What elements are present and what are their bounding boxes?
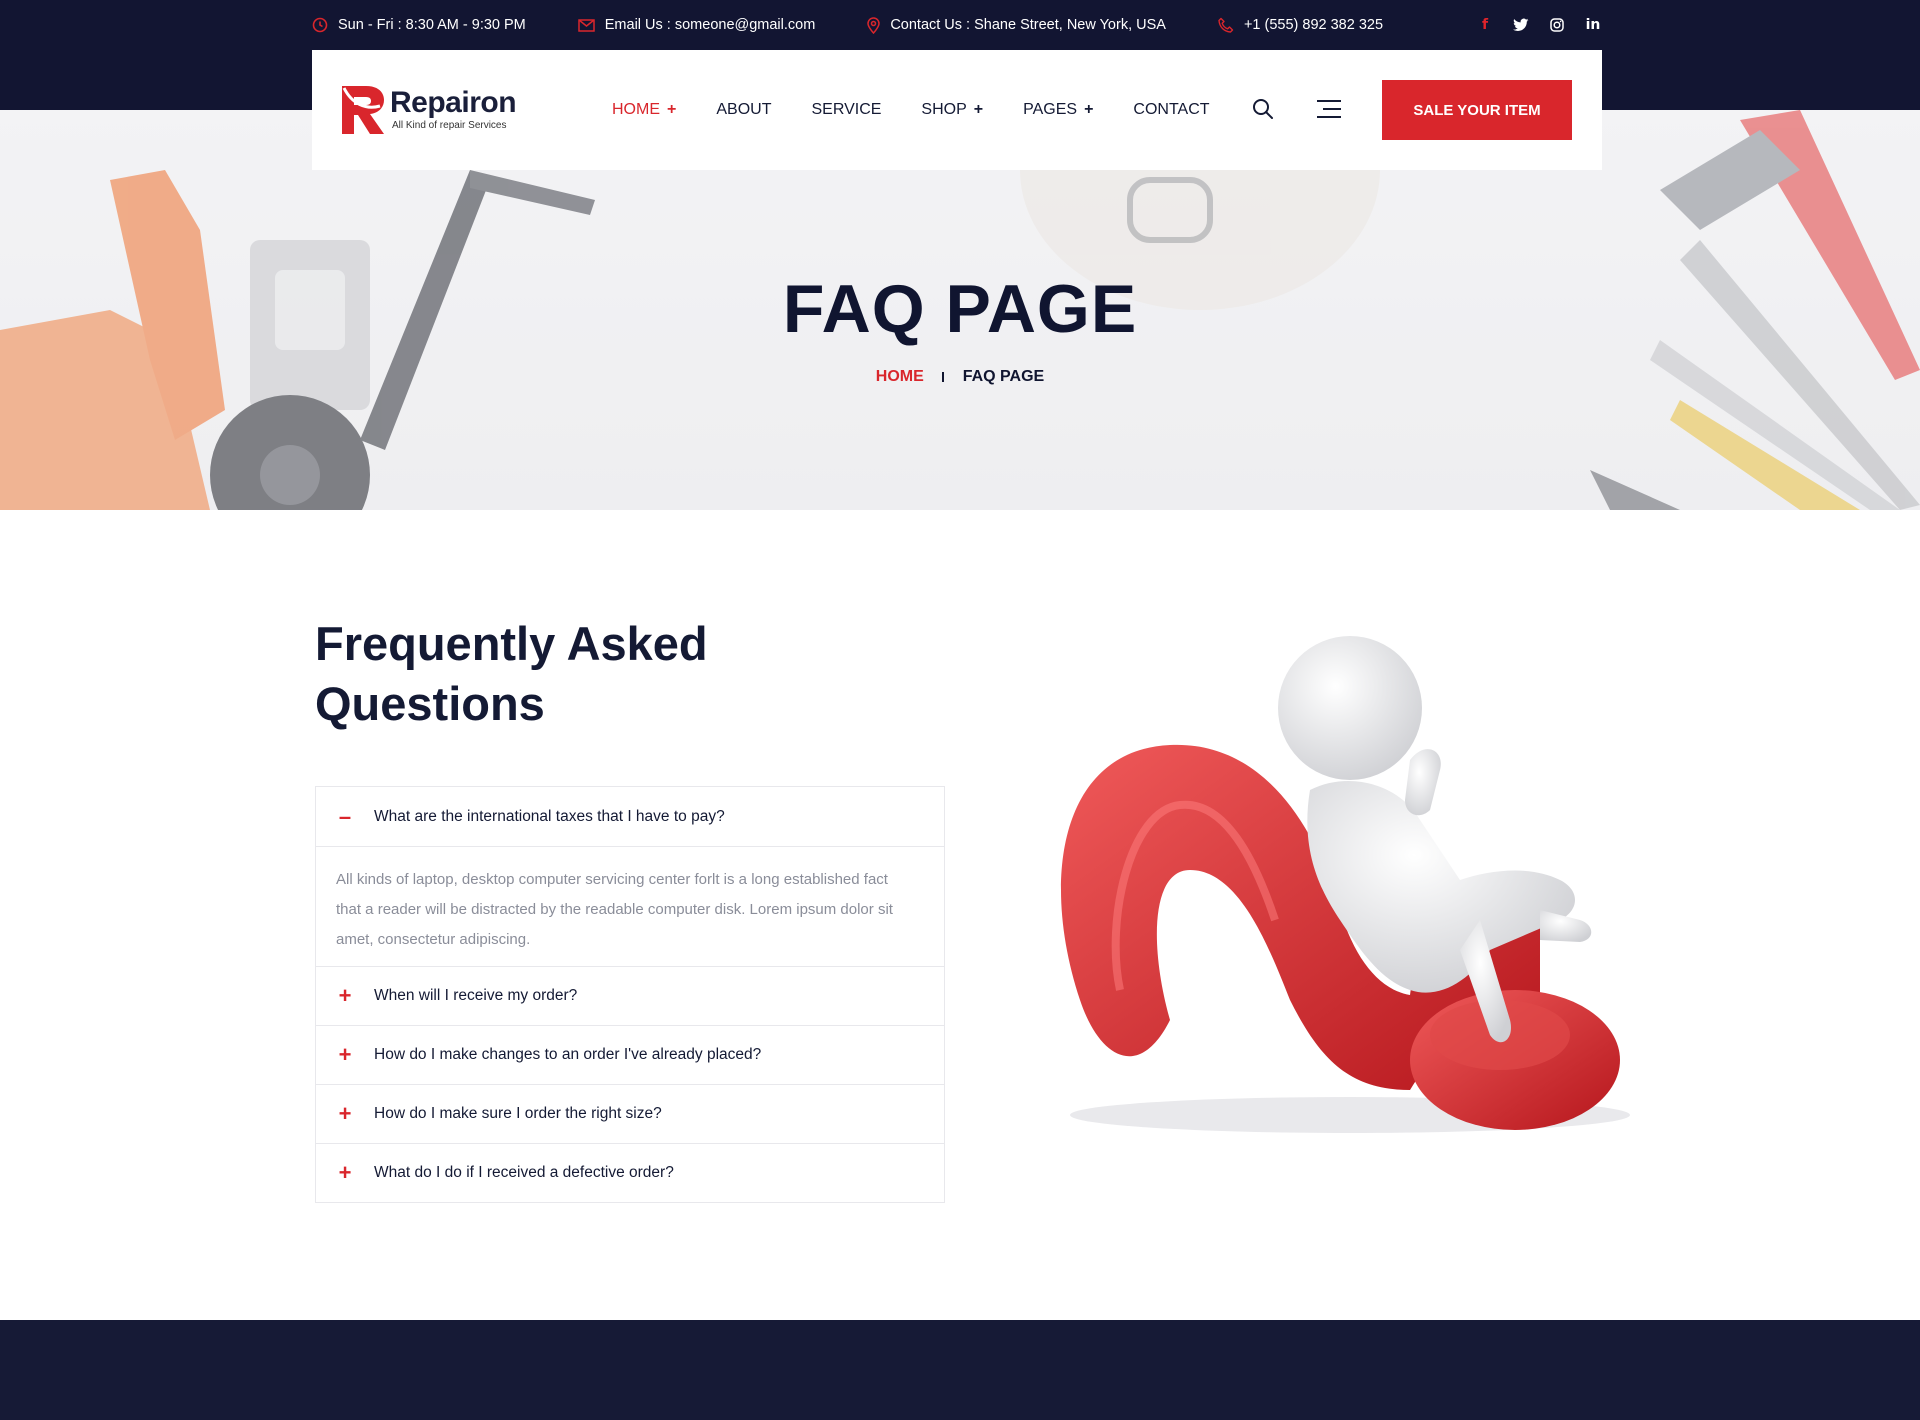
- collapse-minus-icon: –: [338, 803, 352, 829]
- faq-accordion: – What are the international taxes that …: [315, 786, 945, 1203]
- faq-item-header[interactable]: + How do I make changes to an order I've…: [316, 1025, 944, 1084]
- sale-your-item-button[interactable]: SALE YOUR ITEM: [1382, 80, 1572, 140]
- nav-item-contact[interactable]: CONTACT: [1133, 101, 1209, 119]
- address-info: Contact Us : Shane Street, New York, USA: [867, 16, 1166, 34]
- expand-plus-icon: +: [338, 1042, 352, 1067]
- top-bar-content: Sun - Fri : 8:30 AM - 9:30 PM Email Us :…: [312, 0, 1602, 50]
- address-text: Contact Us : Shane Street, New York, USA: [890, 17, 1166, 33]
- main-header: Repairon All Kind of repair Services HOM…: [312, 50, 1602, 170]
- page-hero: FAQ PAGE HOME FAQ PAGE: [0, 110, 1920, 510]
- faq-question: When will I receive my order?: [374, 987, 578, 1004]
- faq-question: How do I make changes to an order I've a…: [374, 1046, 762, 1063]
- social-links: f in: [1476, 16, 1602, 34]
- hamburger-menu-icon[interactable]: [1316, 100, 1342, 118]
- faq-heading-line2: Questions: [315, 677, 545, 730]
- phone-text: +1 (555) 892 382 325: [1243, 17, 1384, 33]
- site-logo[interactable]: Repairon All Kind of repair Services: [340, 82, 540, 140]
- nav-label: CONTACT: [1133, 101, 1210, 118]
- nav-item-shop[interactable]: SHOP +: [921, 101, 983, 119]
- submenu-plus-icon: +: [973, 101, 984, 118]
- faq-item-header[interactable]: – What are the international taxes that …: [316, 787, 944, 846]
- mail-icon: [578, 18, 595, 32]
- faq-answer: All kinds of laptop, desktop computer se…: [316, 846, 944, 966]
- breadcrumb-separator: [942, 371, 945, 382]
- nav-label: HOME: [612, 101, 660, 118]
- nav-label: ABOUT: [716, 101, 772, 118]
- expand-plus-icon: +: [338, 1101, 352, 1126]
- nav-item-home[interactable]: HOME +: [612, 101, 676, 119]
- search-icon[interactable]: [1252, 98, 1274, 120]
- brand-tagline: All Kind of repair Services: [392, 120, 507, 131]
- breadcrumb: HOME FAQ PAGE: [0, 368, 1920, 386]
- faq-question: How do I make sure I order the right siz…: [374, 1105, 662, 1122]
- question-mark-figure-illustration: [1060, 636, 1630, 1133]
- nav-label: PAGES: [1023, 101, 1078, 118]
- hours-info: Sun - Fri : 8:30 AM - 9:30 PM: [312, 17, 526, 33]
- facebook-icon[interactable]: f: [1476, 16, 1494, 34]
- faq-item-header[interactable]: + When will I receive my order?: [316, 966, 944, 1025]
- nav-label: SERVICE: [811, 101, 882, 118]
- clock-icon: [312, 17, 328, 33]
- faq-question: What are the international taxes that I …: [374, 807, 725, 825]
- expand-plus-icon: +: [338, 983, 352, 1008]
- expand-plus-icon: +: [338, 1160, 352, 1185]
- nav-label: SHOP: [921, 101, 967, 118]
- brand-name: Repairon: [390, 86, 517, 119]
- footer-section: [0, 1320, 1920, 1420]
- page-title: FAQ PAGE: [782, 271, 1138, 347]
- nav-item-service[interactable]: SERVICE: [811, 101, 881, 119]
- nav-item-about[interactable]: ABOUT: [716, 101, 771, 119]
- faq-item-header[interactable]: + What do I do if I received a defective…: [316, 1143, 944, 1202]
- email-info[interactable]: Email Us : someone@gmail.com: [578, 17, 816, 33]
- linkedin-icon[interactable]: in: [1584, 16, 1602, 34]
- breadcrumb-current: FAQ PAGE: [962, 368, 1045, 385]
- faq-heading-line1: Frequently Asked: [315, 617, 708, 670]
- faq-item-header[interactable]: + How do I make sure I order the right s…: [316, 1084, 944, 1143]
- main-navigation: HOME + ABOUT SERVICE SHOP + PAGES + CONTACT: [612, 50, 1250, 170]
- breadcrumb-home-link[interactable]: HOME: [876, 368, 924, 385]
- submenu-plus-icon: +: [667, 101, 677, 118]
- email-text: Email Us : someone@gmail.com: [604, 17, 816, 33]
- twitter-icon[interactable]: [1512, 16, 1530, 34]
- hours-text: Sun - Fri : 8:30 AM - 9:30 PM: [338, 17, 526, 33]
- logo-mark-icon: [342, 86, 384, 134]
- submenu-plus-icon: +: [1084, 101, 1094, 118]
- location-pin-icon: [867, 16, 881, 34]
- phone-info[interactable]: +1 (555) 892 382 325: [1218, 17, 1383, 33]
- faq-question: What do I do if I received a defective o…: [374, 1164, 674, 1181]
- nav-item-pages[interactable]: PAGES +: [1023, 101, 1093, 119]
- instagram-icon[interactable]: [1548, 16, 1566, 34]
- faq-heading: Frequently Asked Questions: [315, 614, 875, 734]
- phone-icon: [1218, 17, 1234, 33]
